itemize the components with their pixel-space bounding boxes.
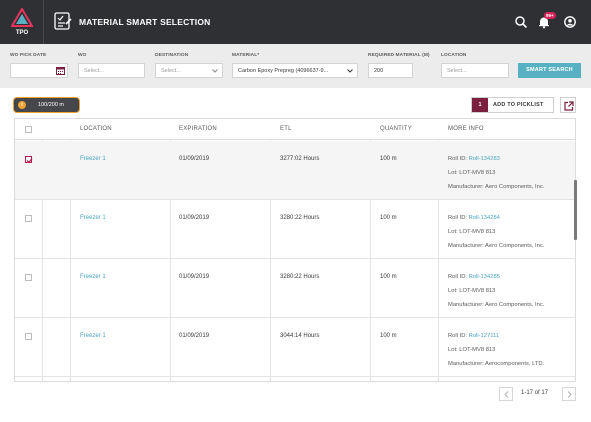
app-header: TPO MATERIAL SMART SELECTION 99+ bbox=[0, 0, 591, 44]
table-scrollbar[interactable] bbox=[574, 180, 577, 240]
roll-id-line: Roll ID: Roll-134285 bbox=[448, 274, 500, 280]
check-icon bbox=[26, 158, 33, 164]
search-icon[interactable] bbox=[514, 15, 528, 29]
location-select[interactable]: Select... bbox=[441, 63, 509, 78]
destination-placeholder: Select... bbox=[161, 68, 181, 74]
destination-label: DESTINATION bbox=[155, 53, 189, 58]
info-icon: i bbox=[18, 101, 26, 109]
roll-id-label: Roll ID: bbox=[448, 215, 468, 221]
column-header-more-info: MORE INFO bbox=[448, 126, 484, 132]
location-link[interactable]: Freezer 1 bbox=[80, 274, 106, 280]
chevron-down-icon bbox=[212, 69, 218, 73]
roll-id-link[interactable]: Roll-134283 bbox=[469, 156, 500, 162]
column-header-quantity[interactable]: QUANTITY bbox=[380, 126, 412, 132]
select-all-checkbox[interactable] bbox=[25, 126, 32, 133]
prev-page-button[interactable] bbox=[499, 387, 513, 401]
quantity-cell: 100 m bbox=[380, 333, 397, 339]
location-link[interactable]: Freezer 1 bbox=[80, 215, 106, 221]
logo-mark-icon bbox=[11, 8, 33, 27]
roll-id-label: Roll ID: bbox=[448, 156, 468, 162]
wo-placeholder: Select... bbox=[84, 68, 104, 74]
picklist-count: 1 bbox=[472, 98, 488, 112]
manufacturer-text: Manufacturer: Aero Components, Inc. bbox=[448, 302, 545, 308]
etl-cell: 3280:22 Hours bbox=[280, 215, 320, 221]
location-link[interactable]: Freezer 1 bbox=[80, 156, 106, 162]
material-label: MATERIAL* bbox=[232, 53, 260, 58]
quantity-progress-text: 100/200 m bbox=[38, 102, 64, 108]
column-header-location[interactable]: LOCATION bbox=[80, 126, 112, 132]
wo-select[interactable]: Select... bbox=[78, 63, 145, 78]
table-row[interactable]: Freezer 1 01/09/2019 3280:22 Hours 100 m… bbox=[15, 200, 575, 259]
checklist-app-icon bbox=[54, 12, 72, 30]
expiration-cell: 01/09/2019 bbox=[179, 156, 210, 162]
tpo-logo[interactable]: TPO bbox=[0, 0, 44, 44]
etl-cell: 3277:02 Hours bbox=[280, 156, 320, 162]
roll-id-label: Roll ID: bbox=[448, 333, 468, 339]
row-checkbox[interactable] bbox=[25, 215, 32, 222]
required-material-input[interactable]: 200 bbox=[368, 63, 413, 78]
manufacturer-text: Manufacturer: Aero Components, Inc. bbox=[448, 243, 545, 249]
add-to-picklist-button[interactable]: 1 ADD TO PICKLIST bbox=[471, 97, 554, 113]
destination-select[interactable]: Select... bbox=[155, 63, 223, 78]
smart-search-button[interactable]: SMART SEARCH bbox=[518, 63, 581, 78]
etl-cell: 3280:22 Hours bbox=[280, 274, 320, 280]
location-placeholder: Select... bbox=[447, 68, 467, 74]
manufacturer-text: Manufacturer: Aero Components, Inc. bbox=[448, 184, 545, 190]
table-row[interactable]: Freezer 1 01/09/2019 3044:14 Hours 100 m… bbox=[15, 318, 575, 377]
expiration-cell: 01/09/2019 bbox=[179, 215, 210, 221]
expiration-cell: 01/09/2019 bbox=[179, 333, 210, 339]
lot-text: Lot: LOT-MV8 813 bbox=[448, 347, 496, 353]
table-row[interactable]: Freezer 1 01/09/2019 3280:22 Hours 100 m… bbox=[15, 259, 575, 318]
required-material-label: REQUIRED MATERIAL (M) bbox=[368, 53, 430, 58]
roll-id-line: Roll ID: Roll-127111 bbox=[448, 333, 499, 339]
lot-text: Lot: LOT-MV8 813 bbox=[448, 229, 496, 235]
quantity-cell: 100 m bbox=[380, 215, 397, 221]
location-label: LOCATION bbox=[441, 53, 467, 58]
etl-cell: 3044:14 Hours bbox=[280, 333, 320, 339]
calendar-icon[interactable] bbox=[56, 66, 65, 75]
table-header: LOCATION EXPIRATION ETL QUANTITY MORE IN… bbox=[15, 119, 575, 140]
lot-text: Lot: LOT-MV8 813 bbox=[448, 170, 496, 176]
material-value: Carbon Epoxy Prepreg (4096637-9... bbox=[238, 68, 329, 74]
material-select[interactable]: Carbon Epoxy Prepreg (4096637-9... bbox=[232, 63, 358, 78]
lot-text: Lot: LOT-MV8 813 bbox=[448, 288, 496, 294]
material-table: LOCATION EXPIRATION ETL QUANTITY MORE IN… bbox=[14, 118, 576, 382]
location-link[interactable]: Freezer 1 bbox=[80, 333, 106, 339]
roll-id-link[interactable]: Roll-134285 bbox=[469, 274, 500, 280]
user-icon[interactable] bbox=[563, 15, 577, 29]
quantity-progress-pill: i 100/200 m bbox=[13, 97, 80, 113]
column-header-etl[interactable]: ETL bbox=[280, 126, 292, 132]
next-page-button[interactable] bbox=[562, 387, 576, 401]
manufacturer-text: Manufacturer: Aerocomponents, LTD. bbox=[448, 361, 545, 367]
row-checkbox[interactable] bbox=[25, 333, 32, 340]
roll-id-line: Roll ID: Roll-134284 bbox=[448, 215, 500, 221]
roll-id-label: Roll ID: bbox=[448, 274, 468, 280]
wo-pick-date-label: WO PICK DATE bbox=[10, 53, 47, 58]
expiration-cell: 01/09/2019 bbox=[179, 274, 210, 280]
roll-id-link[interactable]: Roll-134284 bbox=[469, 215, 500, 221]
table-row[interactable]: Freezer 1 01/09/2019 3277:02 Hours 100 m… bbox=[15, 141, 575, 200]
chevron-down-icon bbox=[347, 69, 353, 73]
notification-badge: 99+ bbox=[544, 12, 556, 19]
chevron-left-icon bbox=[504, 391, 509, 398]
quantity-cell: 100 m bbox=[380, 274, 397, 280]
wo-pick-date-input[interactable] bbox=[10, 63, 68, 78]
external-link-icon bbox=[564, 101, 574, 111]
logo-text: TPO bbox=[15, 30, 29, 36]
add-to-picklist-label: ADD TO PICKLIST bbox=[493, 102, 544, 108]
page-title: MATERIAL SMART SELECTION bbox=[79, 17, 211, 27]
column-header-expiration[interactable]: EXPIRATION bbox=[179, 126, 217, 132]
quantity-cell: 100 m bbox=[380, 156, 397, 162]
chevron-right-icon bbox=[567, 391, 572, 398]
roll-id-link[interactable]: Roll-127111 bbox=[469, 333, 499, 339]
row-checkbox[interactable] bbox=[25, 274, 32, 281]
roll-id-line: Roll ID: Roll-134283 bbox=[448, 156, 500, 162]
wo-label: WO bbox=[78, 53, 87, 58]
pagination-text: 1-17 of 17 bbox=[521, 390, 549, 396]
row-checkbox[interactable] bbox=[25, 156, 33, 164]
required-material-value: 200 bbox=[374, 68, 384, 74]
export-button[interactable] bbox=[560, 97, 576, 113]
